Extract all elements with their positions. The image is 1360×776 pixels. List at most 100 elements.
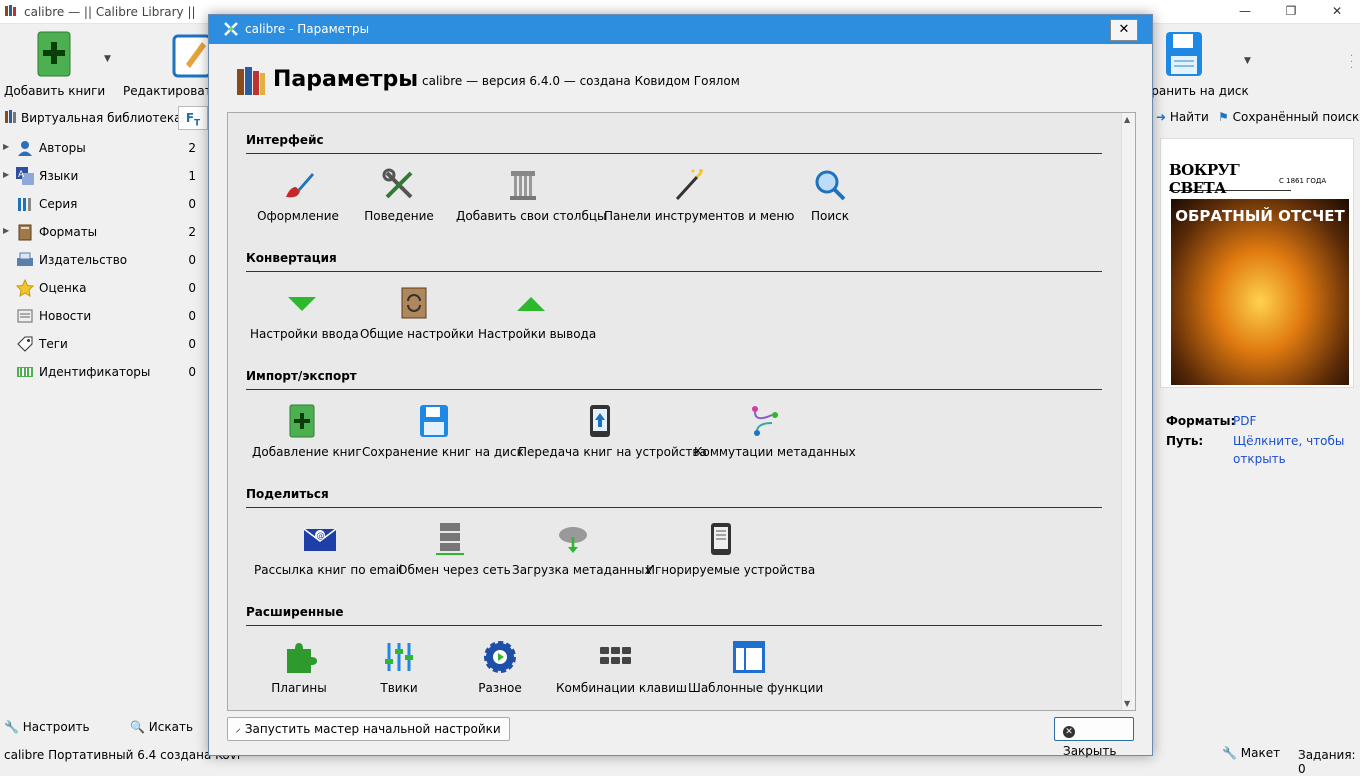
preferences-categories-panel[interactable]: ▲ ▼ Интерфейс Оформление Поведение Добав… <box>227 112 1136 711</box>
formats-link[interactable]: PDF <box>1233 414 1256 428</box>
pref-tweaks[interactable]: Твики <box>376 639 422 695</box>
tools-icon: 🔧 <box>1222 746 1237 760</box>
column-icon <box>510 171 536 200</box>
sidebar-bottom-bar: 🔧 Настроить 🔍 Искать <box>0 716 210 742</box>
expand-arrow-icon[interactable]: ▶ <box>3 170 9 179</box>
edit-icon <box>172 34 212 78</box>
device-icon <box>590 405 610 437</box>
jobs-indicator[interactable]: Задания: 0 <box>1298 748 1360 776</box>
bookmark-icon: ⚑ <box>1218 110 1229 124</box>
pref-saving-books[interactable]: Сохранение книг на диск <box>362 403 524 459</box>
sidebar-item-languages[interactable]: ▶ A Языки 1 <box>0 162 204 190</box>
arrow-up-icon <box>517 297 545 311</box>
path-link[interactable]: Щёлкните, чтобы <box>1233 434 1344 448</box>
pref-behavior[interactable]: Поведение <box>361 167 437 223</box>
email-icon: @ <box>303 528 337 551</box>
cloud-download-icon <box>559 527 587 553</box>
find-button[interactable]: ➜ Найти <box>1156 110 1209 124</box>
minimize-button[interactable]: — <box>1222 0 1268 22</box>
pref-toolbars-menus[interactable]: Панели инструментов и меню <box>604 167 794 223</box>
pref-sending-to-device[interactable]: Передача книг на устройства <box>518 403 707 459</box>
virtual-library-icon <box>5 110 16 123</box>
sidebar-item-identifiers[interactable]: Идентификаторы 0 <box>0 358 204 386</box>
svg-text:@: @ <box>317 531 325 540</box>
run-wizard-button[interactable]: ⎯ Запустить мастер начальной настройки <box>227 717 510 741</box>
dialog-close-button[interactable]: ✕ Закрыть <box>1054 717 1134 758</box>
pref-searching[interactable]: Поиск <box>808 167 852 223</box>
tag-icon <box>17 336 33 352</box>
arrow-right-icon: ➜ <box>1156 110 1167 124</box>
pref-sharing-over-net[interactable]: Обмен через сеть <box>398 521 511 577</box>
add-book-icon <box>289 404 315 438</box>
pref-look-and-feel[interactable]: Оформление <box>256 167 340 223</box>
edit-metadata-button[interactable]: Редактировать <box>118 28 219 100</box>
section-import-export-title: Импорт/экспорт <box>246 369 357 383</box>
dialog-heading: Параметры <box>273 67 419 92</box>
ebook-reader-icon <box>711 523 731 555</box>
pref-email-sharing[interactable]: @ Рассылка книг по email <box>254 521 402 577</box>
sidebar-item-formats[interactable]: ▶ Форматы 2 <box>0 218 204 246</box>
series-icon <box>18 198 31 211</box>
dialog-titlebar: calibre - Параметры ✕ <box>209 15 1152 44</box>
pref-common-options[interactable]: Общие настройки <box>360 285 474 341</box>
pref-plugins[interactable]: Плагины <box>270 639 328 695</box>
pref-metadata-download[interactable]: Загрузка метаданных <box>512 521 652 577</box>
find-tag-button[interactable]: 🔍 Искать <box>130 720 193 734</box>
cover-headline: ОБРАТНЫЙ ОТСЧЕТ <box>1175 207 1345 225</box>
server-icon <box>436 523 464 555</box>
virtual-library-button[interactable]: Виртуальная библиотека <box>21 111 181 125</box>
cover-year: С 1861 ГОДА <box>1279 177 1327 185</box>
star-icon <box>16 279 34 297</box>
sidebar-item-tags[interactable]: Теги 0 <box>0 330 204 358</box>
save-to-disk-button[interactable]: ранить на диск <box>1150 28 1250 100</box>
arrow-down-icon <box>288 297 316 311</box>
maximize-button[interactable]: ❐ <box>1268 0 1314 22</box>
convert-book-icon <box>401 287 427 319</box>
add-books-dropdown-icon[interactable]: ▼ <box>104 54 111 64</box>
pref-output-options[interactable]: Настройки вывода <box>478 285 596 341</box>
configure-button[interactable]: 🔧 Настроить <box>4 720 90 734</box>
pref-miscellaneous[interactable]: Разное <box>476 639 524 695</box>
sliders-icon <box>385 643 413 671</box>
pref-input-options[interactable]: Настройки ввода <box>250 285 359 341</box>
close-window-button[interactable]: ✕ <box>1314 0 1360 22</box>
preferences-dialog: calibre - Параметры ✕ Параметры calibre … <box>208 14 1153 758</box>
tools-icon <box>382 168 413 199</box>
pref-adding-books[interactable]: Добавление книг <box>252 403 362 459</box>
expand-arrow-icon[interactable]: ▶ <box>3 142 9 151</box>
add-book-icon <box>37 31 71 77</box>
sidebar-item-series[interactable]: Серия 0 <box>0 190 204 218</box>
pref-ignored-devices[interactable]: Игнорируемые устройства <box>646 521 815 577</box>
add-books-button[interactable]: Добавить книги <box>4 28 105 100</box>
expand-arrow-icon[interactable]: ▶ <box>3 226 9 235</box>
section-divider <box>246 389 1102 390</box>
publisher-icon <box>17 252 33 266</box>
pref-custom-columns[interactable]: Добавить свои столбцы <box>456 167 607 223</box>
book-cover[interactable]: ВОКРУГ СВЕТА С 1861 ГОДА ОБРАТНЫЙ ОТСЧЕТ <box>1160 138 1354 388</box>
section-sharing-title: Поделиться <box>246 487 329 501</box>
layout-button[interactable]: 🔧 Макет <box>1222 746 1280 760</box>
pref-metadata-plugboards[interactable]: Коммутации метаданных <box>694 403 856 459</box>
path-link-line2[interactable]: открыть <box>1233 452 1286 466</box>
user-icon <box>18 141 32 156</box>
pref-template-functions[interactable]: Шаблонные функции <box>688 639 823 695</box>
sidebar-item-rating[interactable]: Оценка 0 <box>0 274 204 302</box>
saved-search-button[interactable]: ⚑ Сохранённый поиск <box>1218 110 1359 124</box>
language-icon: A <box>16 167 34 185</box>
dialog-close-icon[interactable]: ✕ <box>1110 19 1138 41</box>
dialog-subheading: calibre — версия 6.4.0 — создана Ковидом… <box>422 74 740 88</box>
calibre-app-icon <box>224 22 238 36</box>
sidebar-item-publisher[interactable]: Издательство 0 <box>0 246 204 274</box>
dialog-title: calibre - Параметры <box>245 22 370 36</box>
vertical-scrollbar[interactable]: ▲ ▼ <box>1121 113 1135 710</box>
sidebar-item-news[interactable]: Новости 0 <box>0 302 204 330</box>
full-text-search-icon[interactable]: FT <box>178 106 208 130</box>
save-dropdown-icon[interactable]: ▼ <box>1244 56 1251 66</box>
sidebar-item-authors[interactable]: ▶ Авторы 2 <box>0 134 204 162</box>
barcode-icon <box>17 367 33 377</box>
pref-keyboard-shortcuts[interactable]: Комбинации клавиш <box>556 639 687 695</box>
toolbar-overflow-icon[interactable]: · · · <box>1350 52 1356 74</box>
puzzle-piece-icon <box>287 643 317 673</box>
gear-icon <box>484 641 516 673</box>
save-disk-icon <box>1166 32 1202 76</box>
